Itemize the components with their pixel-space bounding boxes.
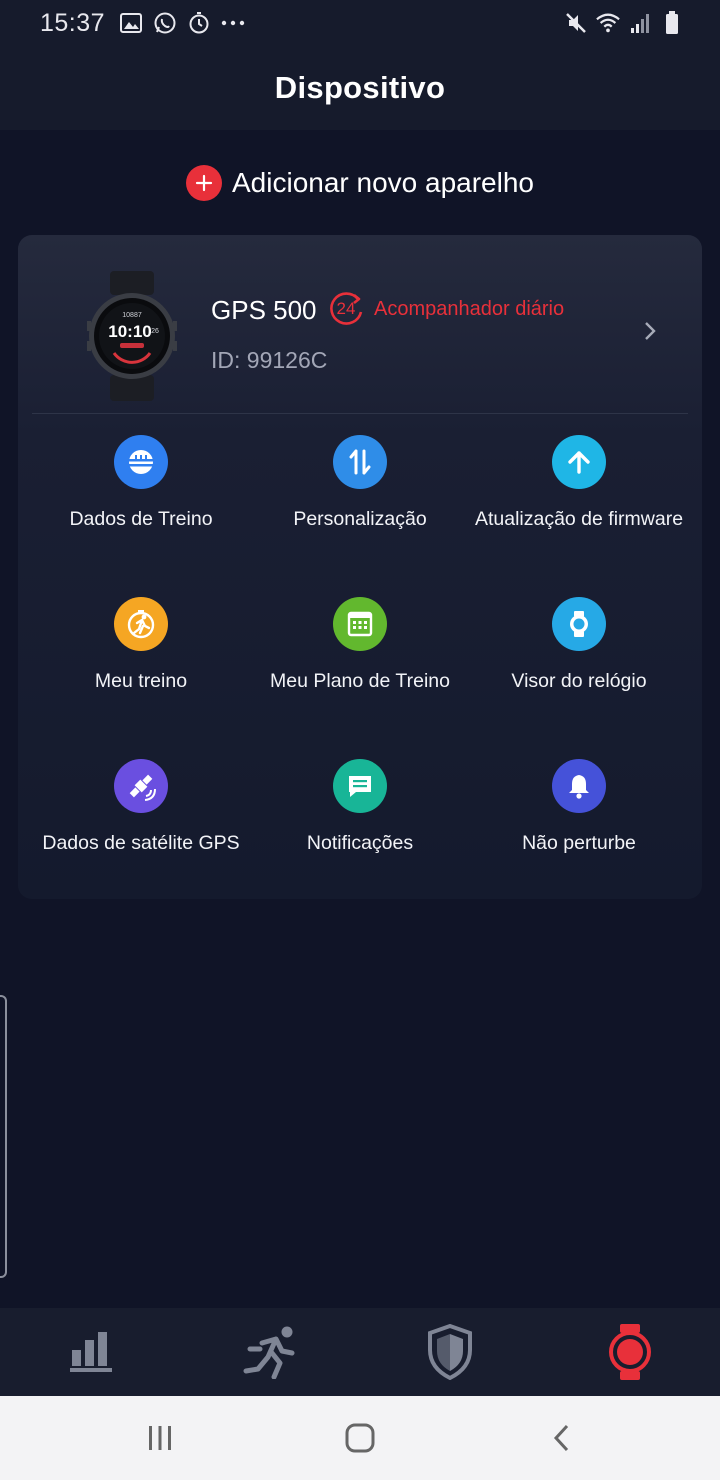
add-device-label: Adicionar novo aparelho: [232, 167, 534, 198]
svg-text:26: 26: [151, 328, 159, 335]
feature-my-workout[interactable]: Meu treino: [32, 583, 250, 733]
watch-icon[interactable]: [600, 1324, 660, 1380]
feature-watch-face[interactable]: Visor do relógio: [470, 583, 688, 733]
feature-label: Visor do relógio: [511, 670, 647, 692]
feature-do-not-disturb[interactable]: Não perturbe: [470, 745, 688, 895]
feature-label: Notificações: [306, 832, 414, 854]
device-summary[interactable]: 10887 10:10 26 GPS 500 24 Acompanhador d…: [18, 235, 702, 413]
feature-label: Atualização de firmware: [474, 508, 684, 530]
feature-notifications[interactable]: Notificações: [251, 745, 469, 895]
add-device-button[interactable]: Adicionar novo aparelho: [0, 160, 720, 206]
signal-icon: [628, 11, 652, 35]
feature-firmware-update[interactable]: Atualização de firmware: [470, 421, 688, 571]
watch-face-icon: [552, 597, 606, 651]
svg-text:10:10: 10:10: [108, 322, 151, 341]
tracker-24h-icon: 24: [328, 290, 366, 328]
status-time: 15:37: [40, 8, 106, 37]
bottom-nav: [0, 1308, 720, 1396]
image-icon: [119, 11, 143, 35]
whatsapp-icon: [153, 11, 177, 35]
watch-image: 10887 10:10 26: [86, 271, 178, 401]
feature-label: Meu Plano de Treino: [270, 670, 450, 692]
back-icon[interactable]: [542, 1422, 582, 1454]
feature-label: Personalização: [293, 508, 427, 530]
tracker-label: Acompanhador diário: [374, 297, 565, 320]
do-not-disturb-icon: [552, 759, 606, 813]
training-data-icon: [114, 435, 168, 489]
shield-icon[interactable]: [420, 1324, 480, 1380]
status-bar: 15:37: [0, 0, 720, 46]
timer-icon: [187, 11, 211, 35]
plus-icon: [186, 165, 222, 201]
divider: [32, 413, 688, 414]
feature-training-plan[interactable]: Meu Plano de Treino: [251, 583, 469, 733]
tracker-badge-text: 24: [336, 299, 356, 318]
chevron-right-icon[interactable]: [640, 319, 660, 343]
page-title: Dispositivo: [274, 70, 446, 105]
device-name: GPS 500: [211, 295, 317, 325]
stats-icon[interactable]: [60, 1324, 120, 1380]
feature-label: Não perturbe: [522, 832, 636, 854]
notifications-icon: [333, 759, 387, 813]
system-nav-bar: [0, 1396, 720, 1480]
wifi-icon: [596, 11, 620, 35]
feature-customization[interactable]: Personalização: [251, 421, 469, 571]
feature-gps-satellite[interactable]: Dados de satélite GPS: [32, 745, 250, 895]
recents-icon[interactable]: [140, 1422, 180, 1454]
training-plan-icon: [333, 597, 387, 651]
firmware-update-icon: [552, 435, 606, 489]
customization-icon: [333, 435, 387, 489]
svg-text:10887: 10887: [122, 312, 142, 319]
gps-satellite-icon: [114, 759, 168, 813]
home-icon[interactable]: [340, 1422, 380, 1454]
edge-panel-handle[interactable]: [0, 995, 7, 1278]
device-id: ID: 99126C: [211, 347, 328, 373]
device-card: 10887 10:10 26 GPS 500 24 Acompanhador d…: [18, 235, 702, 899]
feature-label: Dados de Treino: [69, 508, 213, 530]
status-left-icons: [119, 11, 245, 35]
my-workout-icon: [114, 597, 168, 651]
status-right-icons: [564, 11, 684, 35]
more-icon: [221, 11, 245, 35]
feature-label: Meu treino: [94, 670, 188, 692]
daily-tracker: 24 Acompanhador diário: [328, 290, 564, 328]
feature-label: Dados de satélite GPS: [42, 832, 240, 854]
running-icon[interactable]: [240, 1324, 300, 1380]
app-header: Dispositivo: [0, 46, 720, 130]
mute-icon: [564, 11, 588, 35]
feature-training-data[interactable]: Dados de Treino: [32, 421, 250, 571]
battery-icon: [660, 11, 684, 35]
